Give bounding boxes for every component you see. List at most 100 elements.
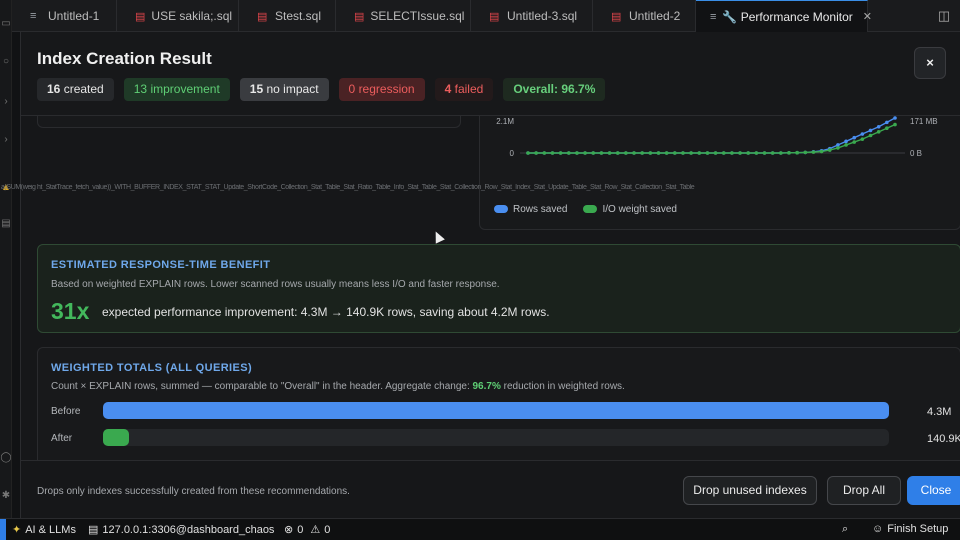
regression-count: 0 [348,82,356,96]
data-point-1-6[interactable] [575,151,579,155]
data-point-1-28[interactable] [754,151,759,155]
overall-pill: Overall: 96.7% [503,78,606,101]
document-icon: ≡ [30,10,37,22]
explorer-icon[interactable]: ▭ [0,18,12,30]
status-bar: ✦ AI & LLMs ▤ 127.0.0.1:3306@dashboard_cha… [0,518,960,540]
after-label: After [51,433,73,444]
data-point-1-20[interactable] [689,151,693,155]
data-point-1-27[interactable] [746,151,750,155]
data-point-1-22[interactable] [705,151,710,155]
series-line-1 [528,123,896,154]
data-point-1-13[interactable] [632,151,636,155]
data-point-1-29[interactable] [762,151,767,155]
data-point-1-12[interactable] [624,151,628,155]
data-point-1-7[interactable] [583,151,587,155]
data-point-1-43[interactable] [876,130,881,134]
created-pill: 16 created [37,78,114,101]
data-point-1-15[interactable] [648,151,653,155]
data-point-1-2[interactable] [542,151,547,155]
remote-indicator[interactable] [0,519,6,540]
drop-unused-indexes-button[interactable]: Drop unused indexes [683,476,817,505]
data-point-1-36[interactable] [819,149,824,154]
data-point-1-17[interactable] [664,151,669,155]
dialog-close-icon[interactable]: × [914,47,946,79]
data-point-1-11[interactable] [615,151,620,155]
data-point-0-42[interactable] [868,128,873,133]
data-point-0-43[interactable] [876,124,881,129]
data-point-1-10[interactable] [607,151,612,155]
data-point-1-33[interactable] [795,150,799,155]
data-point-1-44[interactable] [885,126,889,131]
problems-item[interactable]: ⊗ 0 ⚠ 0 [284,523,330,536]
database-icon[interactable]: ▤ [0,218,12,230]
data-point-1-38[interactable] [836,146,840,150]
data-point-1-39[interactable] [844,143,848,147]
data-point-1-23[interactable] [713,151,718,155]
data-point-1-41[interactable] [860,137,865,141]
ai-llms-item[interactable]: ✦ AI & LLMs [12,523,76,536]
drop-all-button[interactable]: Drop All [827,476,901,505]
data-point-1-5[interactable] [566,151,571,155]
database-icon: ▤ [135,10,146,23]
tab-use-sakila[interactable]: ▤ USE sakila;.sql [117,0,239,32]
overlapping-query-text: a)SUM(weig ht_StatTrace_fetch_value))_WI… [1,184,695,191]
data-point-1-3[interactable] [550,151,555,155]
data-point-1-14[interactable] [640,151,644,155]
failed-count: 4 [444,82,452,96]
close-button[interactable]: Close [907,476,960,505]
split-editor-icon[interactable]: ◫ [928,0,960,31]
data-point-1-21[interactable] [697,151,702,155]
tab-stest[interactable]: ▤ Stest.sql [239,0,336,32]
savings-chart-card: 2.1M 0 171 MB 0 B Rows saved I/O weight … [479,116,960,230]
finish-setup-item[interactable]: ☺ Finish Setup [872,523,948,535]
tab-untitled-3[interactable]: ▤ Untitled-3.sql [471,0,593,32]
data-point-1-26[interactable] [738,151,742,155]
data-point-1-37[interactable] [827,148,832,152]
data-point-0-45[interactable] [893,116,897,120]
data-point-1-0[interactable] [526,151,530,155]
source-control-icon[interactable]: › [0,96,12,108]
data-point-1-24[interactable] [721,151,726,155]
legend-swatch-green [583,205,598,214]
data-point-1-42[interactable] [868,133,873,138]
database-icon: ▤ [611,10,622,23]
data-point-1-31[interactable] [779,151,783,155]
data-point-1-34[interactable] [803,150,808,155]
data-point-0-40[interactable] [852,135,857,140]
data-point-0-41[interactable] [860,132,865,136]
account-icon[interactable]: ◯ [0,452,12,464]
connection-item[interactable]: ▤ 127.0.0.1:3306@dashboard_chaos [88,523,274,536]
tab-performance-monitor[interactable]: ≡ 🔧 Performance Monitor ✕ [696,0,872,32]
data-point-1-25[interactable] [730,151,734,155]
legend-rows-saved[interactable]: Rows saved [494,204,567,215]
database-icon: ▤ [489,10,500,23]
legend-io-weight-saved[interactable]: I/O weight saved [583,204,677,215]
zoom-icon[interactable]: ⌕ [842,523,848,536]
run-icon[interactable]: › [0,134,12,146]
data-point-1-19[interactable] [681,151,685,155]
search-icon[interactable]: ○ [0,56,12,68]
tab-selectissue[interactable]: ▤ SELECTIssue.sql [336,0,471,32]
data-point-1-32[interactable] [787,151,791,155]
tab-untitled-1[interactable]: ≡ Untitled-1 [12,0,117,32]
data-point-1-9[interactable] [599,151,604,155]
close-tab-icon[interactable]: ✕ [863,10,872,23]
connection-label: 127.0.0.1:3306@dashboard_chaos [102,524,275,536]
settings-gear-icon[interactable]: ✱ [0,490,12,502]
data-point-1-30[interactable] [770,151,775,155]
data-point-1-8[interactable] [591,151,596,155]
data-point-1-18[interactable] [673,151,677,155]
data-point-0-39[interactable] [844,139,848,144]
data-point-1-16[interactable] [656,151,661,155]
data-point-1-35[interactable] [811,150,816,154]
tab-untitled-2[interactable]: ▤ Untitled-2 [593,0,696,32]
data-point-1-1[interactable] [534,151,538,155]
data-point-1-40[interactable] [852,140,857,144]
improvement-pill: 13 improvement [123,78,230,101]
data-point-0-44[interactable] [885,120,889,125]
dialog-title: Index Creation Result [37,49,212,68]
data-point-1-4[interactable] [558,151,563,155]
legend-swatch-blue [494,205,508,214]
data-point-1-45[interactable] [893,122,897,127]
database-icon: ▤ [257,10,268,23]
